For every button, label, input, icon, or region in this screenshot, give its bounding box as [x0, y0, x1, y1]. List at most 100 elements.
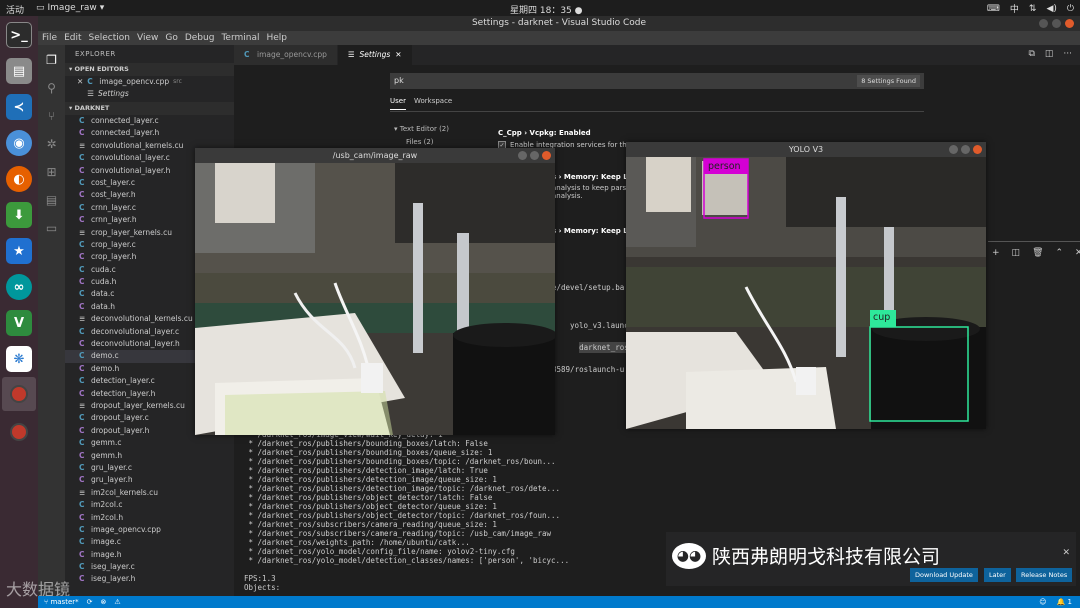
- tab-user[interactable]: User: [390, 97, 406, 110]
- split-terminal-icon[interactable]: ◫: [1012, 248, 1021, 258]
- file-item[interactable]: Ciseg_layer.c: [65, 561, 234, 573]
- minimize-button[interactable]: [518, 151, 527, 160]
- sync-icon[interactable]: ⟳: [87, 596, 93, 608]
- folder-icon[interactable]: ▭: [43, 221, 60, 238]
- release-notes-button[interactable]: Release Notes: [1016, 568, 1073, 582]
- menu-go[interactable]: Go: [165, 33, 177, 43]
- close-button[interactable]: [973, 145, 982, 154]
- file-item[interactable]: Ciseg_layer.h: [65, 573, 234, 585]
- file-item[interactable]: Cimage_opencv.cpp: [65, 524, 234, 536]
- editor-tabs: C image_opencv.cpp ☰ Settings ✕: [234, 45, 1080, 65]
- warning-icon[interactable]: ⚠: [114, 596, 120, 608]
- yolo-title-bar[interactable]: YOLO V3: [626, 142, 986, 157]
- power-icon[interactable]: ⏻: [1067, 4, 1074, 14]
- tab-image-opencv[interactable]: C image_opencv.cpp: [234, 45, 338, 65]
- star-icon[interactable]: ★: [6, 238, 32, 264]
- later-button[interactable]: Later: [984, 568, 1011, 582]
- explorer-icon[interactable]: ❐: [43, 53, 60, 70]
- yolo-window[interactable]: YOLO V3 person cup: [626, 142, 986, 429]
- menu-help[interactable]: Help: [266, 33, 287, 43]
- more-actions-icon[interactable]: ···: [1063, 49, 1072, 59]
- download-icon[interactable]: ⬇: [6, 202, 32, 228]
- file-item[interactable]: Cim2col.c: [65, 499, 234, 511]
- network-app-icon[interactable]: ❋: [6, 346, 32, 372]
- image-window-icon-2[interactable]: [6, 419, 32, 445]
- file-item[interactable]: Cgemm.c: [65, 437, 234, 449]
- activities-button[interactable]: 活动: [6, 3, 24, 16]
- terminal-output[interactable]: * /darknet_ros/image_view/wait_key_delay…: [244, 430, 569, 592]
- close-icon[interactable]: ✕: [77, 76, 83, 88]
- debug-icon[interactable]: ✲: [43, 137, 60, 154]
- open-editor-item[interactable]: ✕ C image_opencv.cpp src: [65, 76, 234, 88]
- maximize-button[interactable]: [961, 145, 970, 154]
- vscode-icon[interactable]: ≺: [6, 94, 32, 120]
- extensions-icon[interactable]: ⊞: [43, 165, 60, 182]
- split-editor-icon[interactable]: ◫: [1045, 49, 1054, 59]
- minimize-button[interactable]: [1039, 19, 1048, 28]
- add-terminal-icon[interactable]: +: [992, 248, 1000, 258]
- source-control-icon[interactable]: ⑂: [43, 109, 60, 126]
- open-json-icon[interactable]: ⧉: [1028, 49, 1034, 59]
- notification-bell[interactable]: 🔔 1: [1057, 596, 1072, 608]
- chevron-up-icon[interactable]: ⌃: [1056, 248, 1064, 258]
- trash-icon[interactable]: 🗑: [1032, 248, 1043, 258]
- image-raw-window[interactable]: /usb_cam/image_raw: [195, 148, 555, 435]
- image-raw-title-bar[interactable]: /usb_cam/image_raw: [195, 148, 555, 163]
- menu-edit[interactable]: Edit: [64, 33, 81, 43]
- outline-icon[interactable]: ▤: [43, 193, 60, 210]
- close-button[interactable]: [542, 151, 551, 160]
- setting-title: C_Cpp › Vcpkg: Enabled: [498, 129, 591, 137]
- file-item[interactable]: Cgru_layer.c: [65, 462, 234, 474]
- close-panel-icon[interactable]: ✕: [1075, 248, 1080, 258]
- files-icon[interactable]: ▤: [6, 58, 32, 84]
- feedback-icon[interactable]: ☺: [1039, 596, 1046, 608]
- volume-icon[interactable]: ◀): [1046, 4, 1056, 14]
- open-editor-item[interactable]: ✕ ☰ Settings: [65, 88, 234, 100]
- arduino-icon[interactable]: ∞: [6, 274, 32, 300]
- settings-search-input[interactable]: pk 8 Settings Found: [390, 73, 924, 89]
- chrome-icon[interactable]: ◉: [6, 130, 32, 156]
- terminal-icon[interactable]: >_: [6, 22, 32, 48]
- close-icon[interactable]: ✕: [395, 45, 401, 65]
- file-item[interactable]: ≡ im2col_kernels.cu: [65, 487, 234, 499]
- input-method[interactable]: 中: [1010, 2, 1019, 15]
- tab-settings[interactable]: ☰ Settings ✕: [337, 45, 413, 65]
- file-item[interactable]: Cimage.c: [65, 536, 234, 548]
- menu-file[interactable]: File: [42, 33, 57, 43]
- close-icon[interactable]: ✕: [1062, 548, 1070, 558]
- firefox-icon[interactable]: ◐: [6, 166, 32, 192]
- tab-workspace[interactable]: Workspace: [414, 97, 452, 110]
- download-update-button[interactable]: Download Update: [910, 568, 978, 582]
- settings-found-badge: 8 Settings Found: [857, 75, 920, 87]
- v5-icon[interactable]: V: [6, 310, 32, 336]
- clock[interactable]: 星期四 18：35 ●: [510, 3, 582, 16]
- menu-selection[interactable]: Selection: [89, 33, 130, 43]
- maximize-button[interactable]: [530, 151, 539, 160]
- minimize-button[interactable]: [949, 145, 958, 154]
- error-icon[interactable]: ⊗: [101, 596, 107, 608]
- system-tray[interactable]: ⌨ 中 ⇅ ◀) ⏻: [987, 2, 1074, 16]
- file-item[interactable]: Cgru_layer.h: [65, 474, 234, 486]
- file-item[interactable]: Cconnected_layer.c: [65, 115, 234, 127]
- cuda-file-icon: ≡: [79, 227, 86, 237]
- window-title-bar[interactable]: Settings - darknet - Visual Studio Code: [38, 16, 1080, 31]
- menu-debug[interactable]: Debug: [185, 33, 215, 43]
- tree-item-text-editor[interactable]: ▾ Text Editor (2): [394, 123, 449, 136]
- close-button[interactable]: [1065, 19, 1074, 28]
- menu-terminal[interactable]: Terminal: [221, 33, 259, 43]
- file-item[interactable]: Cimage.h: [65, 549, 234, 561]
- app-menu[interactable]: ▭ Image_raw ▾: [36, 3, 104, 13]
- folder-header[interactable]: ▾ DARKNET: [65, 102, 234, 115]
- file-item[interactable]: Cconnected_layer.h: [65, 127, 234, 139]
- keyboard-icon[interactable]: ⌨: [987, 4, 1000, 14]
- maximize-button[interactable]: [1052, 19, 1061, 28]
- file-item[interactable]: Cgemm.h: [65, 450, 234, 462]
- menu-view[interactable]: View: [137, 33, 158, 43]
- file-item[interactable]: Cim2col.h: [65, 512, 234, 524]
- image-window-icon[interactable]: [2, 377, 36, 411]
- search-icon[interactable]: ⚲: [43, 81, 60, 98]
- network-icon[interactable]: ⇅: [1029, 4, 1037, 14]
- cuda-file-icon: ≡: [79, 140, 86, 150]
- branch-icon[interactable]: ⑂ master*: [44, 596, 79, 608]
- open-editors-header[interactable]: ▾ OPEN EDITORS: [65, 63, 234, 76]
